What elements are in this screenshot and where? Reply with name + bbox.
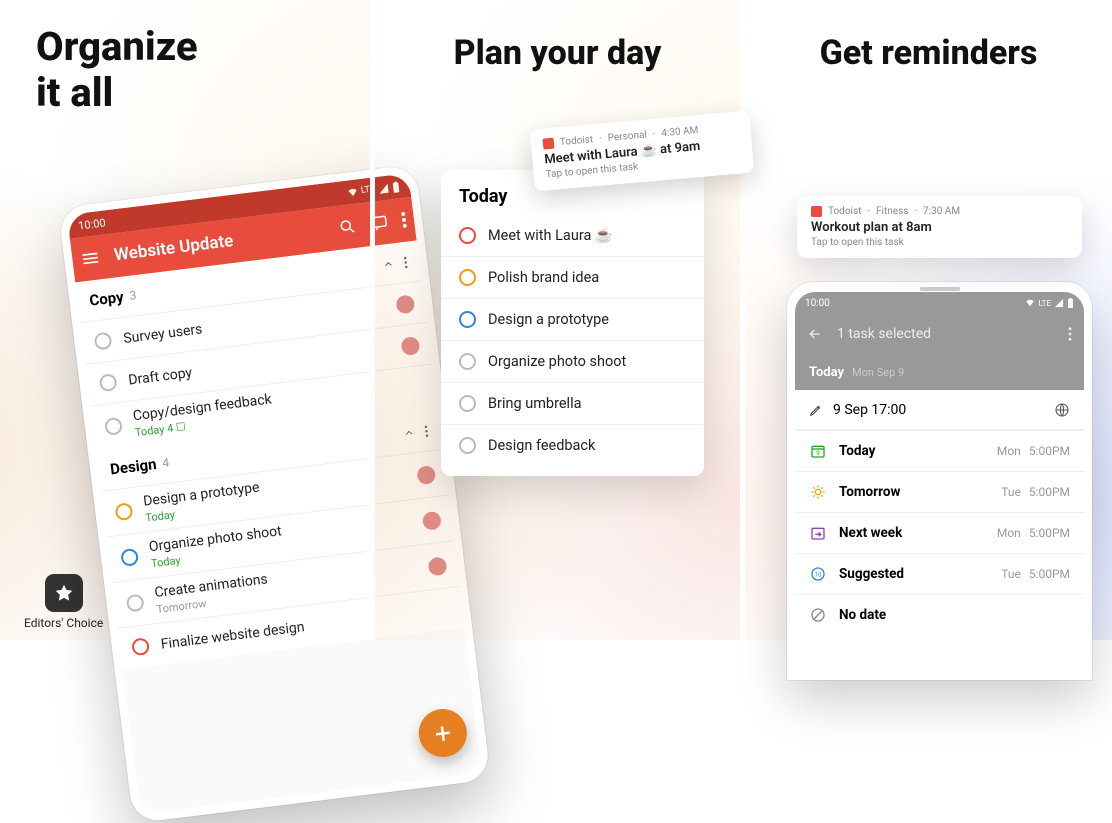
task-title: Bring umbrella: [488, 395, 581, 412]
status-bar: 10:00 LTE: [795, 292, 1084, 314]
task-row[interactable]: Bring umbrella: [441, 382, 704, 424]
task-row[interactable]: Meet with Laura ☕: [441, 215, 704, 256]
task-checkbox[interactable]: [459, 311, 476, 328]
task-title: Draft copy: [128, 364, 193, 388]
suggested-icon: 10: [809, 565, 827, 583]
schedule-suggested[interactable]: 10 Suggested Tue 5:00PM: [795, 553, 1084, 594]
plus-icon: +: [433, 716, 453, 751]
task-checkbox[interactable]: [459, 353, 476, 370]
task-checkbox[interactable]: [459, 437, 476, 454]
star-badge-icon: [45, 574, 83, 612]
today-date: Mon Sep 9: [852, 366, 904, 379]
task-row[interactable]: Organize photo shoot: [441, 340, 704, 382]
add-task-fab[interactable]: +: [416, 706, 469, 759]
sun-icon: [809, 483, 827, 501]
task-row[interactable]: Polish brand idea: [441, 256, 704, 298]
section-name: Design: [109, 455, 157, 479]
calendar-today-icon: 9: [809, 442, 827, 460]
notif-subtitle: Tap to open this task: [811, 237, 1068, 248]
task-checkbox[interactable]: [94, 332, 113, 351]
editors-choice: Editors' Choice: [24, 574, 103, 630]
schedule-time: 5:00PM: [1029, 567, 1070, 581]
task-checkbox[interactable]: [99, 373, 118, 392]
task-title: Finalize website design: [160, 619, 305, 652]
schedule-day: Tue: [1001, 567, 1021, 581]
section-name: Copy: [88, 288, 124, 310]
task-row[interactable]: Design feedback: [441, 424, 704, 466]
schedule-options: 9 Today Mon 5:00PM Tomorrow Tue 5:00PM: [795, 430, 1084, 635]
today-header: Today Mon Sep 9: [795, 354, 1084, 390]
task-title: Meet with Laura ☕: [488, 227, 613, 244]
section-count: 4: [162, 455, 170, 470]
todoist-app-icon: [543, 138, 555, 150]
schedule-no-date[interactable]: No date: [795, 594, 1084, 635]
panel2-heading: Plan your day: [375, 34, 740, 73]
no-date-icon: [809, 606, 827, 624]
task-checkbox[interactable]: [459, 269, 476, 286]
schedule-tomorrow[interactable]: Tomorrow Tue 5:00PM: [795, 471, 1084, 512]
today-card-title: Today: [459, 186, 686, 207]
date-time-value: 9 Sep 17:00: [833, 402, 1044, 418]
today-card: Today Meet with Laura ☕ Polish brand ide…: [441, 170, 704, 476]
schedule-label: No date: [839, 607, 886, 623]
todoist-app-icon: [811, 206, 822, 217]
schedule-day: Mon: [997, 526, 1021, 540]
schedule-next-week[interactable]: Next week Mon 5:00PM: [795, 512, 1084, 553]
status-time: 10:00: [805, 298, 830, 309]
lte-label: LTE: [1038, 299, 1051, 308]
task-checkbox[interactable]: [115, 502, 134, 521]
calendar-arrow-icon: [809, 524, 827, 542]
task-title: Organize photo shoot: [488, 353, 626, 370]
task-checkbox[interactable]: [126, 594, 145, 613]
wifi-icon: [346, 186, 358, 198]
schedule-label: Tomorrow: [839, 484, 900, 500]
status-time: 10:00: [78, 216, 107, 232]
schedule-label: Next week: [839, 525, 902, 541]
schedule-time: 5:00PM: [1029, 526, 1070, 540]
pencil-icon: [809, 403, 823, 417]
editors-choice-label: Editors' Choice: [24, 616, 103, 630]
overflow-icon[interactable]: [1068, 327, 1072, 341]
task-checkbox[interactable]: [459, 227, 476, 244]
svg-text:10: 10: [815, 572, 822, 579]
task-checkbox[interactable]: [131, 637, 150, 656]
phone-mockup: 10:00 LTE 1 task selected: [787, 282, 1092, 680]
schedule-time: 5:00PM: [1029, 444, 1070, 458]
reminder-notification[interactable]: Todoist · Fitness · 7:30 AM Workout plan…: [797, 196, 1082, 258]
wifi-icon: [1025, 298, 1035, 308]
section-count: 3: [129, 288, 137, 303]
task-title: Design feedback: [488, 437, 595, 454]
task-title: Survey users: [122, 321, 203, 347]
task-checkbox[interactable]: [120, 548, 139, 567]
svg-text:9: 9: [816, 450, 819, 457]
signal-icon: [1054, 298, 1064, 308]
globe-icon[interactable]: [1054, 402, 1070, 418]
selection-count: 1 task selected: [837, 326, 931, 342]
task-title: Design a prototype: [488, 311, 609, 328]
menu-icon[interactable]: [79, 247, 101, 269]
date-time-input-row[interactable]: 9 Sep 17:00: [795, 390, 1084, 430]
today-label: Today: [809, 365, 844, 380]
task-checkbox[interactable]: [104, 417, 123, 436]
selection-bar: 1 task selected: [795, 314, 1084, 354]
notif-meta: Todoist · Fitness · 7:30 AM: [811, 206, 1068, 217]
back-icon[interactable]: [807, 326, 823, 342]
task-row[interactable]: Design a prototype: [441, 298, 704, 340]
schedule-time: 5:00PM: [1029, 485, 1070, 499]
schedule-day: Mon: [997, 444, 1021, 458]
task-title: Polish brand idea: [488, 269, 599, 286]
schedule-day: Tue: [1001, 485, 1021, 499]
notif-title: Workout plan at 8am: [811, 220, 1068, 235]
schedule-today[interactable]: 9 Today Mon 5:00PM: [795, 430, 1084, 471]
search-icon[interactable]: [337, 217, 357, 237]
task-checkbox[interactable]: [459, 395, 476, 412]
panel3-heading: Get reminders: [745, 34, 1112, 73]
schedule-label: Suggested: [839, 566, 904, 582]
schedule-label: Today: [839, 443, 875, 459]
panel1-heading: Organize it all: [36, 24, 198, 116]
battery-icon: [1067, 298, 1074, 308]
